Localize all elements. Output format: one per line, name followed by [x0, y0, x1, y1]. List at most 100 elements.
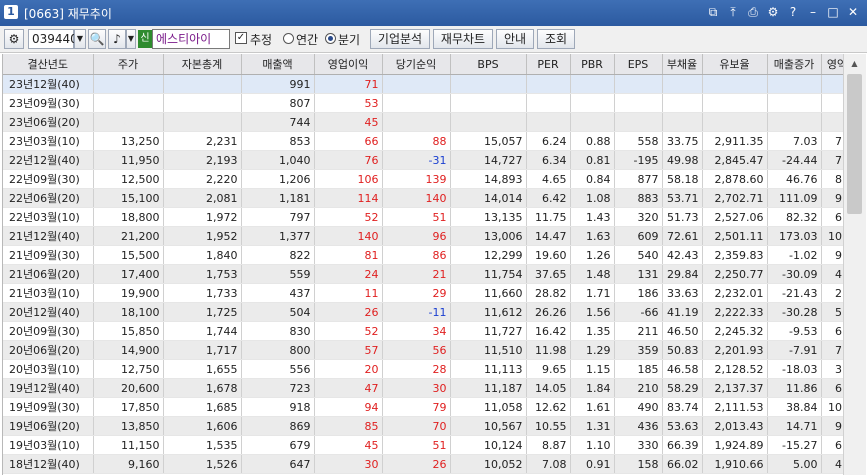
help-icon[interactable]: ?	[785, 4, 801, 20]
table-row[interactable]: 19년12월(40) 20,600 1,678 723 47 30 11,187 14.05 1…	[3, 378, 843, 398]
table-row[interactable]: 20년09월(30) 15,850 1,744 830 52 34 11,727 16.42 1…	[3, 321, 843, 341]
table-cell: 1.29	[570, 340, 615, 360]
table-cell: -195	[614, 150, 663, 170]
query-button[interactable]: 조회	[537, 29, 575, 49]
column-header[interactable]: 당기순익	[382, 54, 451, 75]
table-row[interactable]: 22년06월(20) 15,100 2,081 1,181 114 140 14,014 6.…	[3, 188, 843, 208]
close-icon[interactable]: ✕	[845, 4, 861, 20]
table-row[interactable]: 21년09월(30) 15,500 1,840 822 81 86 12,299 19.60 1…	[3, 245, 843, 265]
table-cell: 21	[382, 264, 451, 284]
column-header[interactable]: PER	[526, 54, 571, 75]
table-cell: 7.31	[821, 150, 843, 170]
window-number: 1	[4, 5, 18, 19]
table-cell	[662, 93, 703, 113]
search-icon[interactable]: 🔍	[88, 29, 106, 49]
link-icon[interactable]: ⧉	[705, 4, 721, 20]
table-row[interactable]: 19년09월(30) 17,850 1,685 918 94 79 11,058 12.62 1…	[3, 397, 843, 417]
table-row[interactable]: 23년09월(30) 807 53	[3, 93, 843, 113]
table-row[interactable]: 23년03월(10) 13,250 2,231 853 66 88 15,057 6.24 0.…	[3, 131, 843, 151]
table-cell: 10,052	[450, 454, 527, 474]
quarter-radio[interactable]	[325, 33, 336, 44]
table-row[interactable]: 20년06월(20) 14,900 1,717 800 57 56 11,510 11.98 1…	[3, 340, 843, 360]
table-cell: 609	[614, 226, 663, 246]
column-header[interactable]: 결산년도	[3, 54, 94, 75]
table-row[interactable]: 21년03월(10) 19,900 1,733 437 11 29 11,660 28.82 1…	[3, 283, 843, 303]
table-cell: 51	[382, 435, 451, 455]
minimize-icon[interactable]: –	[805, 4, 821, 20]
column-header[interactable]: 유보율	[702, 54, 768, 75]
table-cell: 12,750	[93, 359, 164, 379]
table-row[interactable]: 22년03월(10) 18,800 1,972 797 52 51 13,135 11.75 1…	[3, 207, 843, 227]
scroll-up-icon[interactable]: ▲	[846, 55, 863, 72]
table-row[interactable]: 19년03월(10) 11,150 1,535 679 45 51 10,124 8.87 1.…	[3, 435, 843, 455]
column-header[interactable]: 자본총계	[163, 54, 242, 75]
table-cell: 83.74	[662, 397, 703, 417]
table-cell: 9.80	[821, 416, 843, 436]
table-cell: 11,754	[450, 264, 527, 284]
table-cell: 1.31	[570, 416, 615, 436]
column-header[interactable]: EPS	[614, 54, 663, 75]
table-cell: 800	[241, 340, 315, 360]
table-row[interactable]: 21년12월(40) 21,200 1,952 1,377 140 96 13,006 14.…	[3, 226, 843, 246]
table-cell: 51.73	[662, 207, 703, 227]
table-cell: 10.22	[821, 397, 843, 417]
financial-chart-button[interactable]: 재무차트	[433, 29, 493, 49]
print-icon[interactable]: ⎙	[745, 4, 761, 20]
table-cell: -18.03	[767, 359, 822, 379]
table-cell: 19년03월(10)	[3, 435, 94, 455]
table-row[interactable]: 23년12월(40) 991 71	[3, 74, 843, 94]
table-cell: 10,567	[450, 416, 527, 436]
table-cell: 11.98	[526, 340, 571, 360]
column-header[interactable]: 매출증가	[767, 54, 822, 75]
table-cell: 29.84	[662, 264, 703, 284]
table-cell: 2,111.53	[702, 397, 768, 417]
scroll-thumb[interactable]	[847, 74, 862, 214]
table-row[interactable]: 21년06월(20) 17,400 1,753 559 24 21 11,754 37.65 1…	[3, 264, 843, 284]
vertical-scrollbar[interactable]: ▲	[843, 54, 866, 475]
settings-icon[interactable]: ⚙	[765, 4, 781, 20]
gear-icon[interactable]: ⚙	[4, 29, 24, 49]
stock-code-input[interactable]: 039440	[28, 29, 78, 49]
table-cell: 111.09	[767, 188, 822, 208]
pin-icon[interactable]: ⤒	[725, 4, 741, 20]
table-row[interactable]: 19년06월(20) 13,850 1,606 869 85 70 10,567 10.55 1…	[3, 416, 843, 436]
company-analysis-button[interactable]: 기업분석	[370, 29, 430, 49]
table-cell: 11,727	[450, 321, 527, 341]
column-header[interactable]: PBR	[570, 54, 615, 75]
maximize-icon[interactable]: □	[825, 4, 841, 20]
column-header[interactable]: 부채율	[662, 54, 703, 75]
table-cell: -7.91	[767, 340, 822, 360]
table-row[interactable]: 22년12월(40) 11,950 2,193 1,040 76 -31 14,727 6.3…	[3, 150, 843, 170]
table-row[interactable]: 18년12월(40) 9,160 1,526 647 30 26 10,052 7.08 0.9…	[3, 454, 843, 474]
table-cell: 436	[614, 416, 663, 436]
column-header[interactable]: 주가	[93, 54, 164, 75]
table-row[interactable]: 22년09월(30) 12,500 2,220 1,206 106 139 14,893 4.…	[3, 169, 843, 189]
column-header[interactable]: 매출액	[241, 54, 315, 75]
table-row[interactable]: 23년06월(20) 744 45	[3, 112, 843, 132]
column-header[interactable]: BPS	[450, 54, 527, 75]
table-cell: 12,500	[93, 169, 164, 189]
table-cell: 1.48	[570, 264, 615, 284]
table-cell: 10.55	[526, 416, 571, 436]
table-cell: 2,245.32	[702, 321, 768, 341]
company-name-field[interactable]: 에스티아이	[152, 29, 230, 49]
table-cell: 13,250	[93, 131, 164, 151]
speaker-icon[interactable]: ♪	[108, 29, 126, 49]
table-cell: 1,952	[163, 226, 242, 246]
code-dropdown-icon[interactable]: ▼	[74, 29, 86, 49]
speaker-dropdown-icon[interactable]: ▼	[126, 29, 136, 49]
table-cell: 94	[314, 397, 383, 417]
table-cell: 20년12월(40)	[3, 302, 94, 322]
table-cell: 15,500	[93, 245, 164, 265]
table-cell: -24.44	[767, 150, 822, 170]
table-cell: 1,655	[163, 359, 242, 379]
column-header[interactable]: 영익률	[821, 54, 843, 75]
guide-button[interactable]: 안내	[496, 29, 534, 49]
table-row[interactable]: 20년12월(40) 18,100 1,725 504 26 -11 11,612 26.26…	[3, 302, 843, 322]
annual-radio[interactable]	[283, 33, 294, 44]
table-cell: 46.50	[662, 321, 703, 341]
column-header[interactable]: 영업이익	[314, 54, 383, 75]
table-row[interactable]: 20년03월(10) 12,750 1,655 556 20 28 11,113 9.65 1.…	[3, 359, 843, 379]
table-cell: 0.88	[570, 131, 615, 151]
estimate-checkbox[interactable]: ✓	[235, 32, 247, 44]
